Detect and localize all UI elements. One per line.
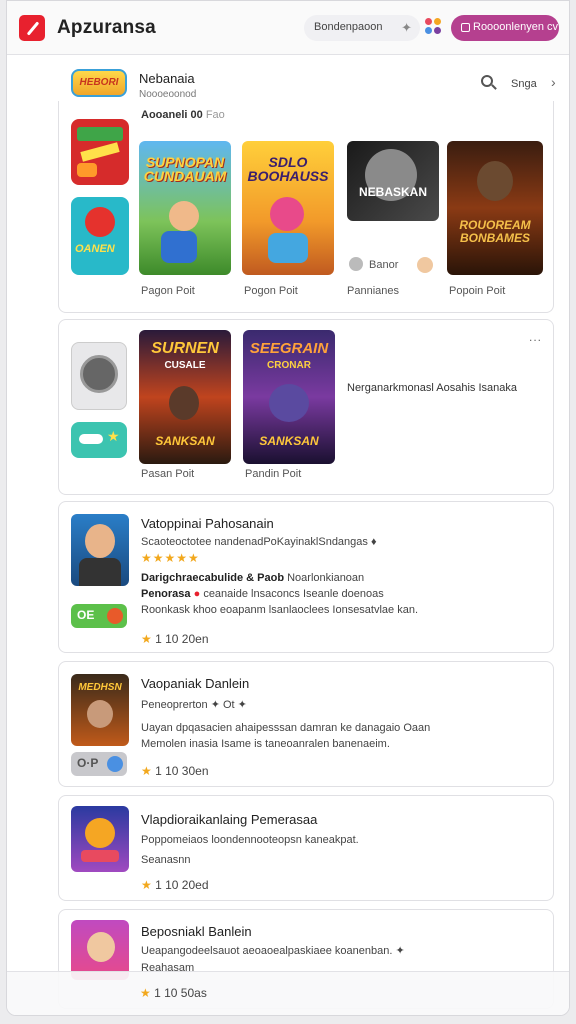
game-tile-6[interactable]: SEEGRAIN CRONAR SANKSAN — [243, 330, 335, 464]
search-label[interactable]: Snga — [511, 78, 537, 90]
game-icon-small-2[interactable]: OANEN — [71, 197, 129, 275]
avatar-icon — [417, 257, 433, 273]
list-item-line: Roonkask khoo eoapanm lsanlaoclees Ionse… — [141, 604, 419, 616]
rating: ★ 1 10 50as — [140, 986, 207, 1000]
list-item-title: Vaopaniak Danlein — [141, 676, 250, 691]
games-card-2: ... ★ SURNEN CUSALE SANKSAN Pasan Poit S… — [58, 319, 554, 495]
action-button-label: Roooonlenyen cv — [473, 21, 559, 33]
bookmark-icon — [461, 23, 470, 32]
action-button[interactable]: Roooonlenyen cv — [451, 15, 559, 41]
badge-icon — [107, 608, 123, 624]
sparkle-icon: ✦ — [401, 20, 412, 35]
badge-icon — [107, 756, 123, 772]
star-icon: ★ — [141, 632, 152, 646]
list-item-pill[interactable]: OE — [71, 604, 127, 628]
character-art — [169, 201, 199, 231]
search-pill[interactable]: Bondenpaoon ✦ — [304, 15, 420, 41]
character-art — [477, 161, 513, 201]
list-item-bold: Darigchraecabulide & Paob — [141, 572, 285, 584]
character-art — [169, 386, 199, 420]
more-icon[interactable]: ... — [529, 330, 542, 344]
game-tile-2[interactable]: SDLO BOOHAUSS — [242, 141, 334, 275]
list-item-title: Beposniakl Banlein — [141, 924, 252, 939]
list-item-bold: Penorasa — [141, 588, 191, 600]
list-item-line: Scaoteoctotee nandenadPoKayinaklSndangas… — [141, 536, 377, 548]
game-icon-small-1[interactable] — [71, 119, 129, 185]
chevron-right-icon[interactable]: › — [551, 74, 556, 90]
header-subtitle: Noooeoonod — [139, 89, 197, 100]
list-item-line: Seanasnn — [141, 854, 191, 866]
list-thumbnail: MEDHSN — [71, 674, 129, 746]
list-item-pill[interactable]: O·P — [71, 752, 127, 776]
game-tile-3[interactable]: NEBASKAN — [347, 141, 439, 221]
game-label-4[interactable]: Popoin Poit — [449, 285, 505, 297]
circle-icon — [349, 257, 363, 271]
chip-label[interactable]: Banor — [369, 259, 398, 271]
app-title: Apzuransa — [57, 17, 156, 38]
app-window: Apzuransa Bondenpaoon ✦ Roooonlenyen cv … — [6, 0, 570, 1016]
app-logo-icon[interactable] — [19, 15, 45, 41]
heart-icon: ● — [193, 588, 201, 600]
game-tile-5[interactable]: SURNEN CUSALE SANKSAN — [139, 330, 231, 464]
search-icon[interactable] — [481, 75, 497, 91]
list-item-line: Poppomeiaos loondennooteopsn kaneakpat. — [141, 834, 359, 846]
top-bar: Apzuransa Bondenpaoon ✦ Roooonlenyen cv — [7, 1, 569, 55]
star-icon: ★ — [141, 878, 152, 892]
toggle-icon[interactable]: ★ — [71, 422, 127, 458]
list-item-title: Vlapdioraikanlaing Pemerasaa — [141, 812, 318, 827]
list-item-line: Ueapangodeelsauot aeoaoealpaskiaee koane… — [141, 945, 405, 957]
game-label-6[interactable]: Pandin Poit — [245, 468, 301, 480]
list-thumbnail — [71, 806, 129, 872]
header-title: Nebanaia — [139, 71, 195, 86]
game-label-2[interactable]: Pogon Poit — [244, 285, 298, 297]
character-art — [269, 384, 309, 422]
section-heading-meta: Fao — [205, 109, 225, 121]
list-item-line: Memolen inasia Isame is taneoanralen ban… — [141, 738, 390, 750]
apps-icon[interactable] — [425, 18, 443, 36]
card-description: Nerganarkmonasl Aosahis Isanaka — [347, 382, 517, 394]
rating: ★ 1 10 20ed — [141, 878, 209, 892]
list-item[interactable]: Vlapdioraikanlaing Pemerasaa Poppomeiaos… — [58, 795, 554, 901]
list-item[interactable]: Vatoppinai Pahosanain Scaoteoctotee nand… — [58, 501, 554, 653]
device-icon[interactable] — [71, 342, 127, 410]
list-item-line: Uayan dpqasacien ahaipesssan damran ke d… — [141, 722, 431, 734]
character-art — [270, 197, 304, 231]
game-tile-1[interactable]: SUPNOPAN CUNDAUAM — [139, 141, 231, 275]
rating: ★ 1 10 20en — [141, 632, 209, 646]
featured-games-card: Aooaneli 00 Fao OANEN SUPNOPAN CUNDAUAM … — [58, 101, 554, 313]
rating: ★ 1 10 30en — [141, 764, 209, 778]
list-item[interactable]: MEDHSN Vaopaniak Danlein Peneoprerton ✦ … — [58, 661, 554, 787]
list-item-title: Vatoppinai Pahosanain — [141, 516, 274, 531]
star-icon: ★ — [140, 986, 151, 1000]
game-label-3[interactable]: Pannianes — [347, 285, 399, 297]
game-tile-4[interactable]: ROUOREAM BONBAMES — [447, 141, 543, 275]
list-item-line: ceanaide lnsaconcs Iseanle doenoas — [203, 588, 384, 600]
list-thumbnail — [71, 514, 129, 586]
section-heading: Aooaneli 00 Fao — [141, 109, 225, 121]
header-badge[interactable]: HEBORI — [71, 69, 127, 97]
star-rating: ★★★★★ — [141, 551, 200, 565]
star-icon: ★ — [141, 764, 152, 778]
list-item-line: Peneoprerton ✦ Ot ✦ — [141, 699, 247, 711]
list-item-line: Noarlonkianoan — [287, 572, 365, 584]
bottom-bar: ★ 1 10 50as — [7, 971, 569, 1015]
game-label-1[interactable]: Pagon Poit — [141, 285, 195, 297]
search-pill-label: Bondenpaoon — [314, 21, 383, 33]
game-label-5[interactable]: Pasan Poit — [141, 468, 194, 480]
